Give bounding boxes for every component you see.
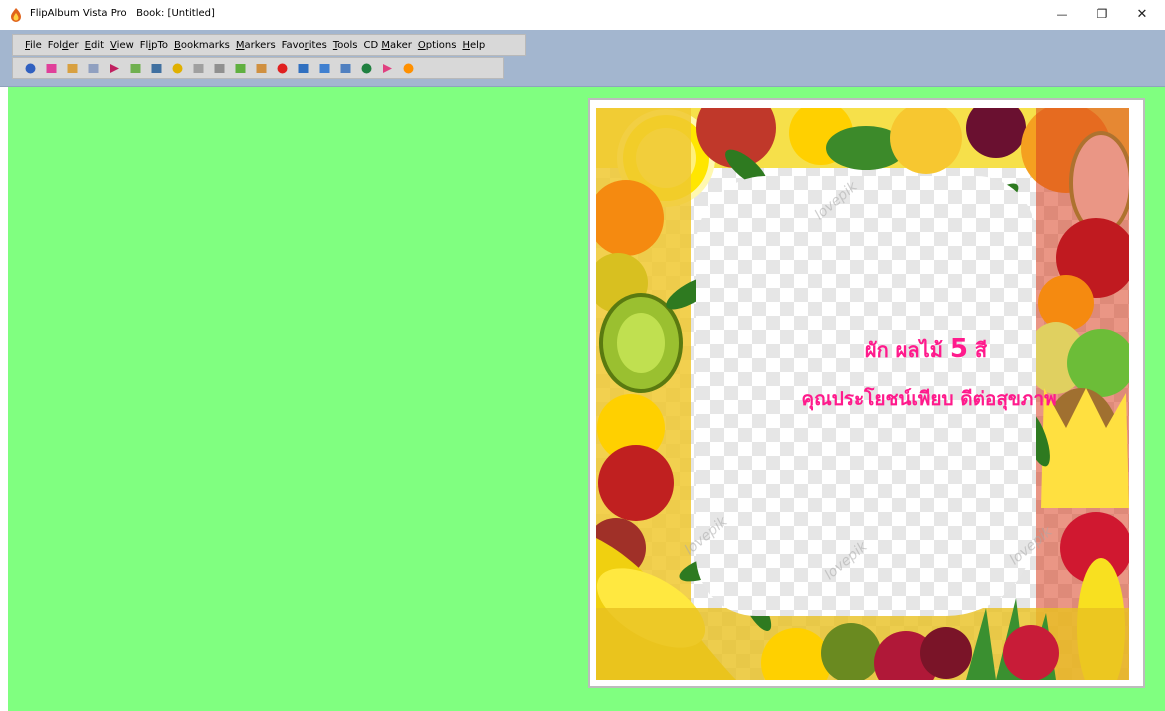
album-page[interactable]: lovepik lovepik lovepik lovepik ผัก ผลไม… bbox=[588, 98, 1145, 688]
menu-accelerator: H bbox=[462, 39, 470, 51]
menu-label-part: Favo bbox=[281, 39, 305, 51]
restore-icon: ❐ bbox=[1096, 7, 1108, 21]
menu-accelerator: M bbox=[381, 39, 391, 51]
wand-button[interactable] bbox=[191, 61, 205, 75]
page-heading-line1: ผัก ผลไม้ 5 สี bbox=[746, 334, 1106, 366]
album-button[interactable] bbox=[254, 61, 268, 75]
single-page-button[interactable] bbox=[86, 61, 100, 75]
pages-button[interactable] bbox=[212, 61, 226, 75]
brush-icon bbox=[235, 63, 245, 73]
open-book-button[interactable] bbox=[65, 61, 79, 75]
close-icon: ✕ bbox=[1136, 6, 1148, 22]
screen-icon bbox=[298, 63, 308, 73]
heading-text-post: สี bbox=[967, 338, 988, 362]
heading-text-pre: ผัก ผลไม้ bbox=[864, 338, 950, 362]
menu-label-part: ookmarks bbox=[180, 39, 230, 51]
image-icon bbox=[340, 63, 350, 73]
restore-button[interactable]: ❐ bbox=[1082, 2, 1122, 26]
slideshow-icon bbox=[319, 63, 329, 73]
open-book-icon bbox=[67, 63, 77, 73]
menu-item[interactable]: Options bbox=[418, 40, 457, 51]
wand-icon bbox=[193, 63, 203, 73]
menu-bar: File Folder Edit View FlipTo Bookmarks Markers… bbox=[12, 34, 526, 56]
menu-label-part: iew bbox=[116, 39, 134, 51]
sun-button[interactable] bbox=[401, 61, 415, 75]
minimize-icon: — bbox=[1056, 7, 1068, 21]
brush-button[interactable] bbox=[233, 61, 247, 75]
page-heading-line2: คุณประโยชน์เพียบ ดีต่อสุขภาพ bbox=[801, 388, 1057, 410]
globe-button[interactable] bbox=[359, 61, 373, 75]
menu-label-part: CD bbox=[363, 39, 382, 51]
menu-item[interactable]: CD Maker bbox=[364, 40, 412, 51]
slideshow-button[interactable] bbox=[317, 61, 331, 75]
menu-item[interactable]: Bookmarks bbox=[174, 40, 230, 51]
eye-button[interactable] bbox=[23, 61, 37, 75]
menu-item[interactable]: Favorites bbox=[282, 40, 327, 51]
single-page-icon bbox=[88, 63, 98, 73]
title-bar: FlipAlbum Vista Pro Book: [Untitled] — ❐… bbox=[0, 0, 1165, 31]
stop-button[interactable] bbox=[275, 61, 289, 75]
menu-label-part: ptions bbox=[425, 39, 457, 51]
menu-label-part: pTo bbox=[151, 39, 168, 51]
heading-number: 5 bbox=[949, 334, 968, 364]
eye-icon bbox=[25, 63, 35, 73]
menu-accelerator: M bbox=[235, 39, 245, 51]
flipalbum-app-icon bbox=[11, 8, 21, 22]
save-book-icon bbox=[151, 63, 161, 73]
menu-label-part: ile bbox=[30, 39, 42, 51]
app-chrome: File Folder Edit View FlipTo Bookmarks Markers… bbox=[0, 30, 1165, 87]
stop-icon bbox=[277, 63, 287, 73]
menu-label-part: ites bbox=[308, 39, 327, 51]
menu-item[interactable]: Folder bbox=[48, 40, 79, 51]
menu-accelerator: B bbox=[173, 39, 181, 51]
menu-item[interactable]: Markers bbox=[236, 40, 276, 51]
arrow-right-button[interactable] bbox=[107, 61, 121, 75]
add-icon bbox=[172, 63, 182, 73]
menu-label-part: elp bbox=[469, 39, 486, 51]
add-button[interactable] bbox=[170, 61, 184, 75]
pointer-button[interactable] bbox=[380, 61, 394, 75]
page-flip-icon bbox=[130, 63, 140, 73]
save-book-button[interactable] bbox=[149, 61, 163, 75]
screen-button[interactable] bbox=[296, 61, 310, 75]
close-button[interactable]: ✕ bbox=[1122, 2, 1162, 26]
sun-icon bbox=[403, 63, 413, 73]
minimize-button[interactable]: — bbox=[1042, 2, 1082, 26]
album-icon bbox=[256, 63, 266, 73]
menu-label-part: er bbox=[68, 39, 79, 51]
menu-item[interactable]: Edit bbox=[85, 40, 104, 51]
pages-icon bbox=[214, 63, 224, 73]
toolbar bbox=[12, 57, 504, 79]
menu-label-part: Fol bbox=[47, 39, 63, 51]
menu-label-part: dit bbox=[91, 39, 105, 51]
menu-item[interactable]: FlipTo bbox=[140, 40, 168, 51]
menu-item[interactable]: Help bbox=[462, 40, 485, 51]
pink-book-button[interactable] bbox=[44, 61, 58, 75]
page-flip-button[interactable] bbox=[128, 61, 142, 75]
menu-label-part: arkers bbox=[244, 39, 276, 51]
arrow-right-icon bbox=[109, 63, 119, 73]
window-title: FlipAlbum Vista Pro Book: [Untitled] bbox=[30, 8, 215, 19]
menu-accelerator: V bbox=[110, 39, 117, 51]
menu-label-part: ools bbox=[337, 39, 358, 51]
pink-book-icon bbox=[46, 63, 56, 73]
workspace[interactable]: lovepik lovepik lovepik lovepik ผัก ผลไม… bbox=[8, 87, 1165, 711]
pointer-icon bbox=[382, 63, 392, 73]
image-button[interactable] bbox=[338, 61, 352, 75]
menu-label-part: aker bbox=[390, 39, 412, 51]
menu-item[interactable]: File bbox=[25, 40, 42, 51]
fruit-frame-image: lovepik lovepik lovepik lovepik ผัก ผลไม… bbox=[596, 108, 1129, 680]
menu-item[interactable]: Tools bbox=[333, 40, 358, 51]
globe-icon bbox=[361, 63, 371, 73]
menu-accelerator: O bbox=[417, 39, 426, 51]
menu-item[interactable]: View bbox=[110, 40, 134, 51]
